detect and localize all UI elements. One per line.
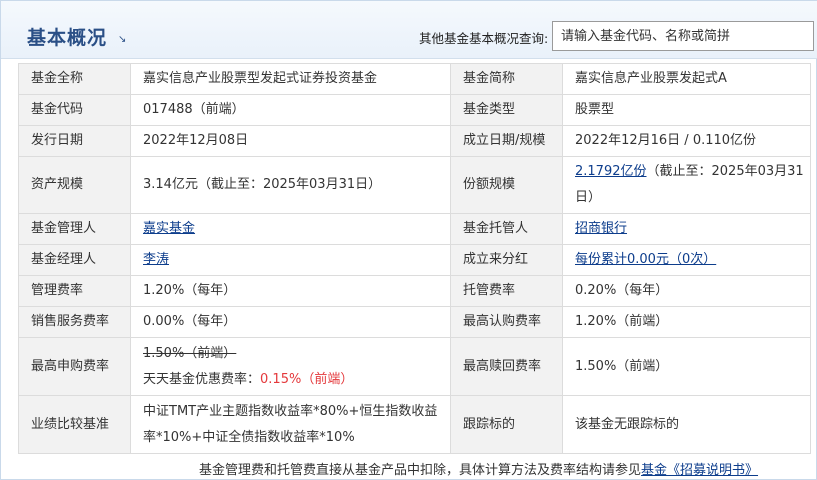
label-max-subscription: 最高认购费率 [450,306,563,338]
manager-company-link[interactable]: 嘉实基金 [143,221,195,236]
label-dividend: 成立来分红 [450,244,563,276]
label-custodian: 基金托管人 [450,213,563,245]
table-row: 发行日期 2022年12月08日 成立日期/规模 2022年12月16日 / 0… [18,125,811,157]
label-short-name: 基金简称 [450,63,563,95]
panel-header: 基本概况 ↘ 其他基金基本概况查询: [1,1,817,59]
search-label: 其他基金基本概况查询: [419,31,549,46]
value-mgmt-fee: 1.20%（每年） [130,275,451,307]
manager-link[interactable]: 李涛 [143,252,169,267]
label-max-purchase: 最高申购费率 [18,337,131,396]
panel-title: 基本概况 [27,27,108,49]
value-type: 股票型 [562,94,811,126]
label-asset: 资产规模 [18,156,131,214]
fee-note-text: 基金管理费和托管费直接从基金产品中扣除，具体计算方法及费率结构请参见 [199,463,642,478]
discount-fee: 0.15%（前端） [260,371,354,387]
table-row: 基金经理人 李涛 成立来分红 每份累计0.00元（0次） [18,244,811,276]
dividend-link[interactable]: 每份累计0.00元（0次） [575,252,716,267]
fee-note: 基金管理费和托管费直接从基金产品中扣除，具体计算方法及费率结构请参见基金《招募说… [199,459,758,478]
original-purchase-fee: 1.50%（前端） [143,345,237,361]
label-manager-company: 基金管理人 [18,213,131,245]
value-sales-fee: 0.00%（每年） [130,306,451,338]
label-tracking: 跟踪标的 [450,395,563,454]
label-shares: 份额规模 [450,156,563,214]
value-cust-fee: 0.20%（每年） [562,275,811,307]
value-full-name: 嘉实信息产业股票型发起式证券投资基金 [130,63,451,95]
table-row: 销售服务费率 0.00%（每年） 最高认购费率 1.20%（前端） [18,306,811,338]
label-mgmt-fee: 管理费率 [18,275,131,307]
value-code: 017488（前端） [130,94,451,126]
table-row: 基金全称 嘉实信息产业股票型发起式证券投资基金 基金简称 嘉实信息产业股票发起式… [18,63,811,95]
value-manager: 李涛 [130,244,451,276]
value-custodian: 招商银行 [562,213,811,245]
prospectus-link[interactable]: 基金《招募说明书》 [641,463,758,478]
table-row: 最高申购费率 1.50%（前端） 天天基金优惠费率：0.15%（前端） 最高赎回… [18,337,811,396]
table-row: 管理费率 1.20%（每年） 托管费率 0.20%（每年） [18,275,811,307]
label-cust-fee: 托管费率 [450,275,563,307]
value-manager-company: 嘉实基金 [130,213,451,245]
label-setup: 成立日期/规模 [450,125,563,157]
fund-search-input[interactable] [552,21,814,51]
table-row: 业绩比较基准 中证TMT产业主题指数收益率*80%+恒生指数收益率*10%+中证… [18,395,811,454]
label-full-name: 基金全称 [18,63,131,95]
discount-label: 天天基金优惠费率： [143,371,261,387]
value-dividend: 每份累计0.00元（0次） [562,244,811,276]
table-row: 基金代码 017488（前端） 基金类型 股票型 [18,94,811,126]
value-asset: 3.14亿元（截止至：2025年03月31日） [130,156,451,214]
shares-link[interactable]: 2.1792亿份 [575,164,647,179]
value-tracking: 该基金无跟踪标的 [562,395,811,454]
label-benchmark: 业绩比较基准 [18,395,131,454]
value-setup: 2022年12月16日 / 0.110亿份 [562,125,811,157]
label-issue-date: 发行日期 [18,125,131,157]
expand-arrow-icon[interactable]: ↘ [118,34,126,45]
table-row: 资产规模 3.14亿元（截止至：2025年03月31日） 份额规模 2.1792… [18,156,811,214]
label-code: 基金代码 [18,94,131,126]
discount-line: 天天基金优惠费率：0.15%（前端） [143,367,438,393]
fund-info-table: 基金全称 嘉实信息产业股票型发起式证券投资基金 基金简称 嘉实信息产业股票发起式… [18,63,811,454]
label-max-redeem: 最高赎回费率 [450,337,563,396]
label-sales-fee: 销售服务费率 [18,306,131,338]
fund-overview-panel: 基本概况 ↘ 其他基金基本概况查询: 基金全称 嘉实信息产业股票型发起式证券投资… [0,0,817,480]
custodian-link[interactable]: 招商银行 [575,221,627,236]
label-manager: 基金经理人 [18,244,131,276]
value-issue-date: 2022年12月08日 [130,125,451,157]
value-benchmark: 中证TMT产业主题指数收益率*80%+恒生指数收益率*10%+中证全债指数收益率… [130,395,451,454]
table-row: 基金管理人 嘉实基金 基金托管人 招商银行 [18,213,811,245]
value-max-redeem: 1.50%（前端） [562,337,811,396]
value-shares: 2.1792亿份（截止至：2025年03月31日） [562,156,811,214]
value-short-name: 嘉实信息产业股票发起式A [562,63,811,95]
value-max-purchase: 1.50%（前端） 天天基金优惠费率：0.15%（前端） [130,337,451,396]
value-max-subscription: 1.20%（前端） [562,306,811,338]
label-type: 基金类型 [450,94,563,126]
